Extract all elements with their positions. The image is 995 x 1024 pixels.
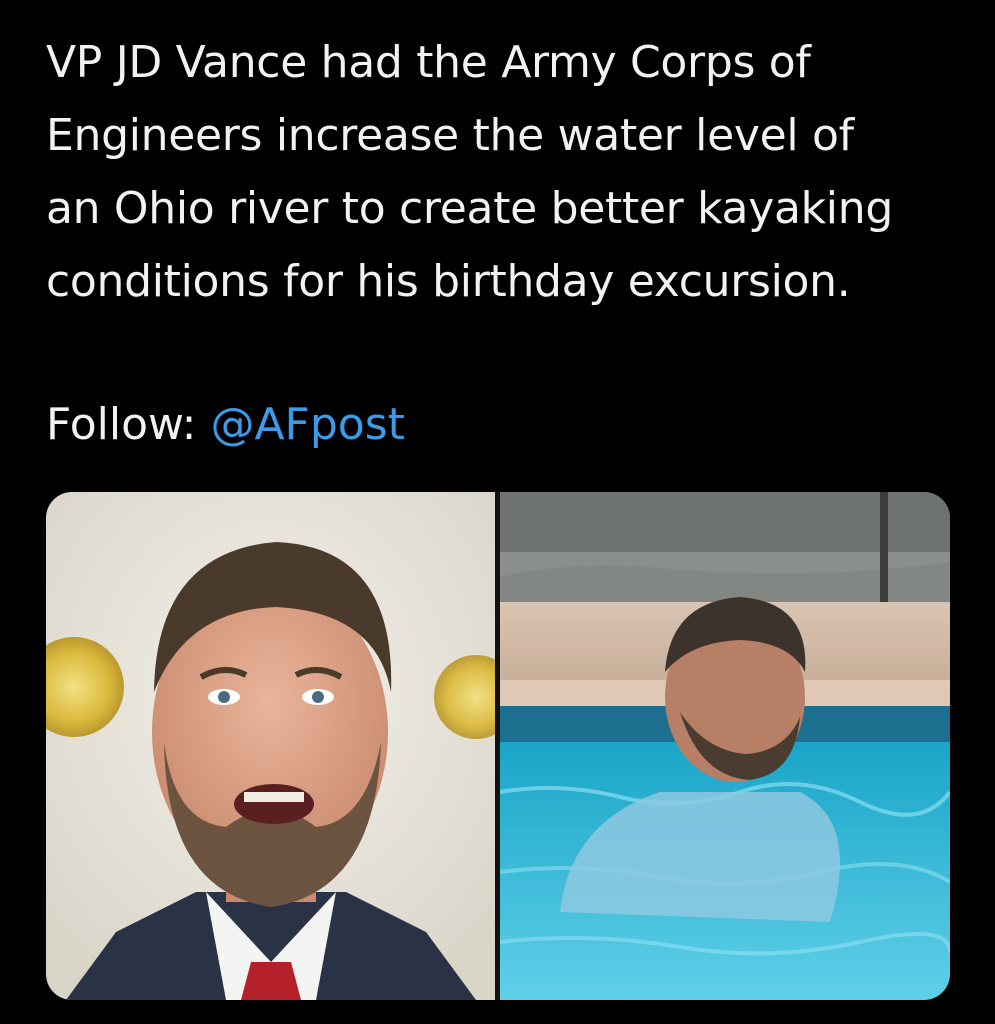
follow-label: Follow:: [46, 399, 197, 450]
post-text-line: Engineers increase the water level of: [46, 110, 854, 161]
post-text-line: VP JD Vance had the Army Corps of: [46, 37, 811, 88]
follow-line: Follow: @AFpost: [46, 388, 405, 461]
post-card: VP JD Vance had the Army Corps of Engine…: [0, 0, 995, 1024]
post-text-line: conditions for his birthday excursion.: [46, 256, 851, 307]
left-photo[interactable]: [46, 492, 495, 1000]
portrait-photo-icon: [46, 492, 495, 1000]
follow-handle-link[interactable]: @AFpost: [210, 399, 404, 450]
post-body-text: VP JD Vance had the Army Corps of Engine…: [46, 26, 966, 318]
media-grid: [46, 492, 950, 1000]
pool-photo-icon: [500, 492, 950, 1000]
post-text-line: an Ohio river to create better kayaking: [46, 183, 893, 234]
right-photo[interactable]: [500, 492, 950, 1000]
